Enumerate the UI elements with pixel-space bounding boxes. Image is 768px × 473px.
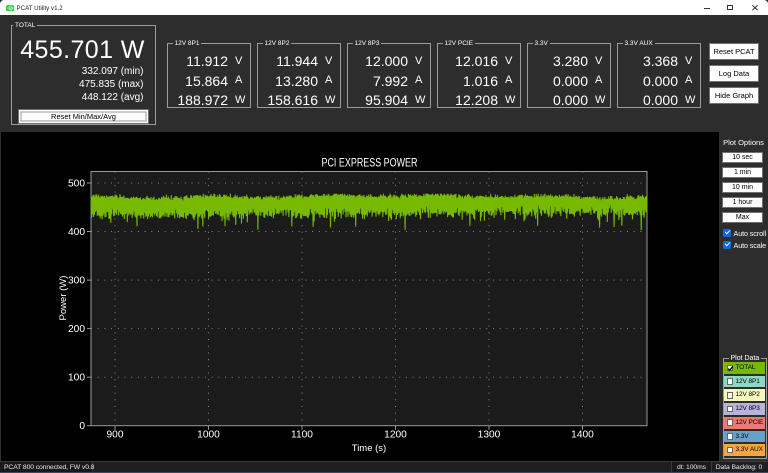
svg-text:200: 200 bbox=[68, 324, 85, 335]
svg-text:900: 900 bbox=[107, 430, 124, 441]
svg-text:100: 100 bbox=[68, 373, 85, 384]
svg-text:300: 300 bbox=[68, 276, 85, 287]
svg-text:400: 400 bbox=[68, 227, 85, 238]
svg-text:Time (s): Time (s) bbox=[352, 443, 386, 454]
svg-text:1200: 1200 bbox=[384, 430, 407, 441]
svg-text:1400: 1400 bbox=[571, 430, 594, 441]
svg-text:1300: 1300 bbox=[478, 430, 501, 441]
svg-text:1100: 1100 bbox=[291, 430, 313, 441]
svg-text:0: 0 bbox=[79, 421, 85, 432]
svg-text:500: 500 bbox=[68, 178, 85, 189]
svg-text:1000: 1000 bbox=[197, 430, 220, 441]
svg-text:Power (W): Power (W) bbox=[58, 276, 69, 321]
svg-text:PCI EXPRESS POWER: PCI EXPRESS POWER bbox=[322, 158, 418, 170]
